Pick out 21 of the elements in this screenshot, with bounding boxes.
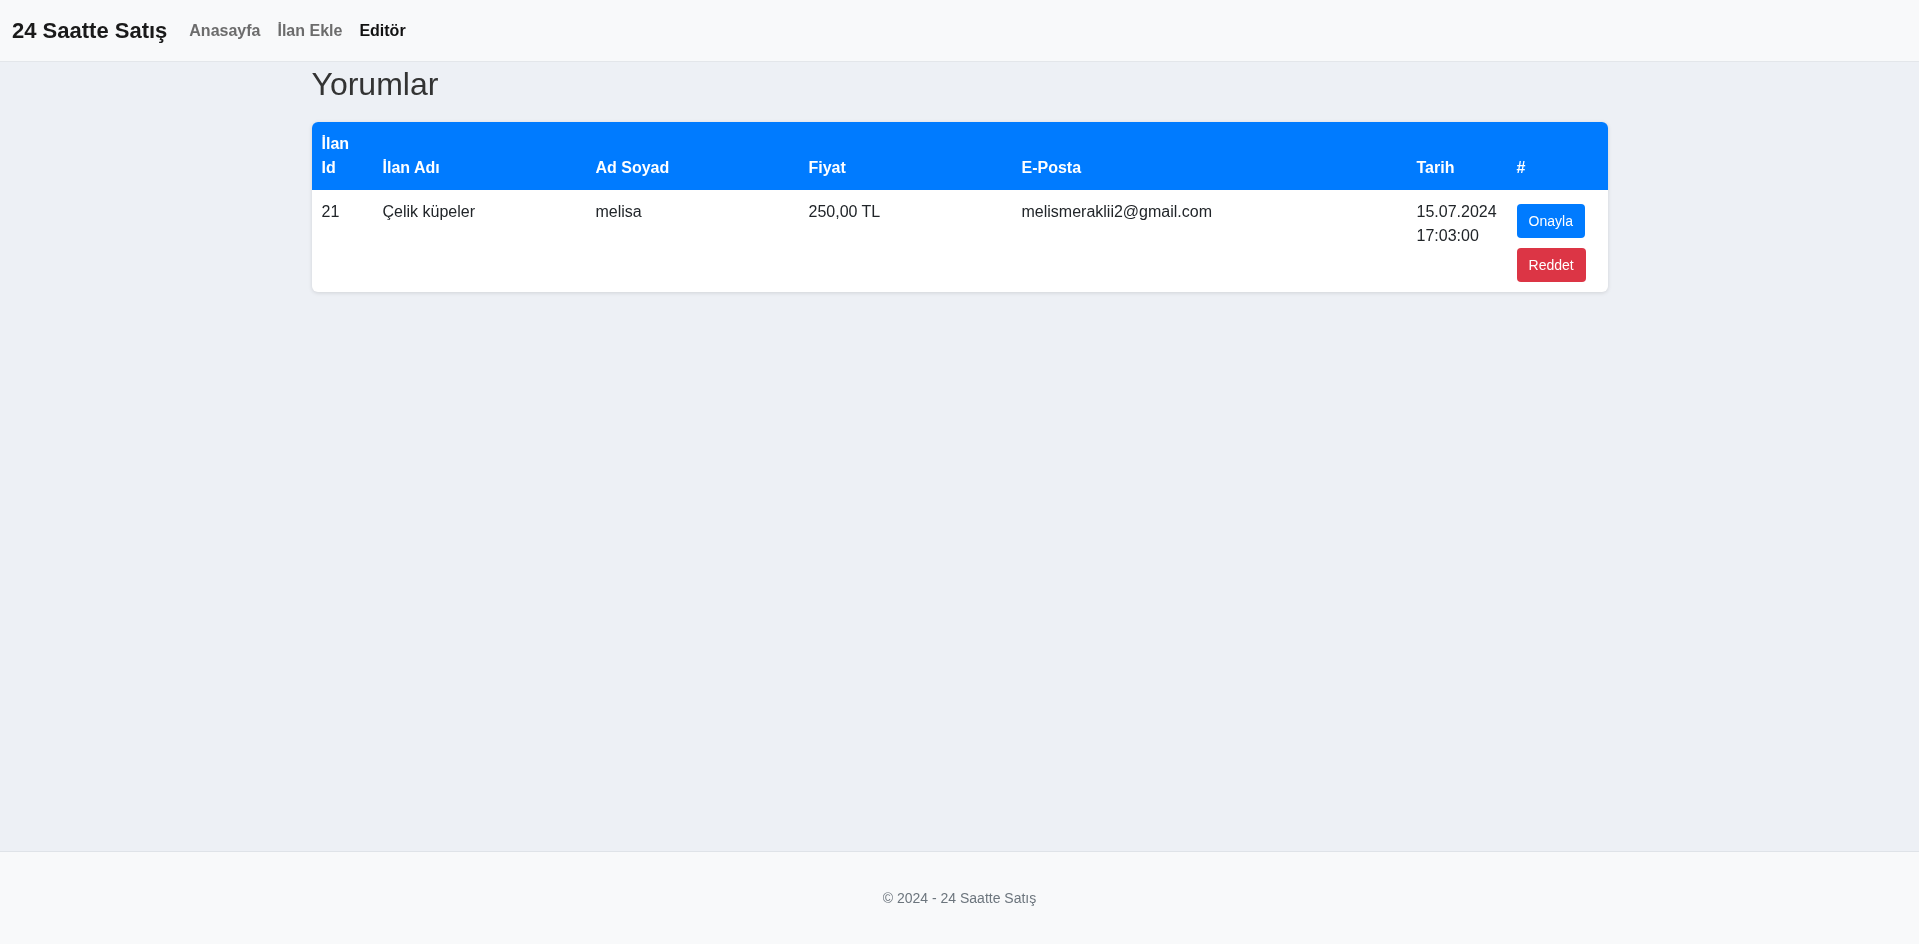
- nav-link[interactable]: Anasayfa: [189, 21, 261, 40]
- column-header: #: [1516, 158, 1526, 176]
- table-cell: Çelik küpeler: [382, 202, 475, 220]
- nav-link[interactable]: İlan Ekle: [277, 21, 343, 40]
- table-cell: 21: [321, 202, 340, 220]
- table-cell: 250,00 TL: [808, 202, 881, 220]
- table-cell: melismeraklii2@gmail.com: [1021, 202, 1212, 220]
- column-header: İlan Adı: [382, 158, 440, 176]
- approve-button[interactable]: Onayla: [1516, 203, 1585, 238]
- nav-link[interactable]: Editör: [359, 21, 406, 40]
- column-header: Ad Soyad: [595, 158, 670, 176]
- table-cell: melisa: [595, 202, 642, 220]
- column-header: Fiyat: [808, 158, 846, 176]
- column-header: İlan Id: [321, 134, 350, 176]
- brand-link[interactable]: 24 Saatte Satış: [12, 17, 168, 44]
- column-header: Tarih: [1416, 158, 1455, 176]
- footer-text: © 2024 - 24 Saatte Satış: [882, 890, 1037, 906]
- page-title: Yorumlar: [311, 65, 440, 104]
- table-cell: 15.07.2024 17:03:00: [1416, 202, 1497, 244]
- reject-button[interactable]: Reddet: [1516, 247, 1586, 282]
- column-header: E-Posta: [1021, 158, 1082, 176]
